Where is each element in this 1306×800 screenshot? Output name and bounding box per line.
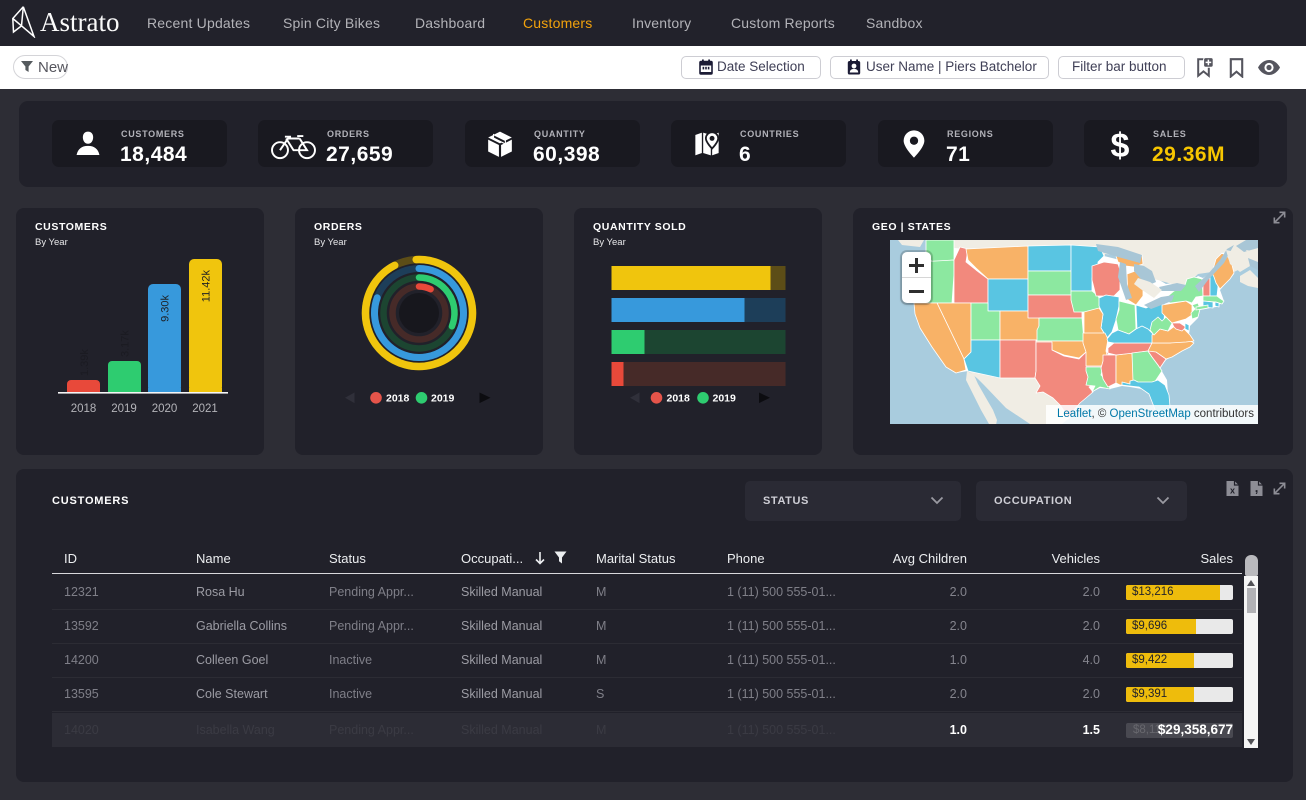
svg-text:2019: 2019: [713, 393, 737, 405]
svg-text:x: x: [1230, 486, 1235, 496]
svg-text:$: $: [1111, 127, 1130, 163]
svg-text:2018: 2018: [386, 393, 410, 405]
svg-text:2020: 2020: [152, 403, 178, 415]
svg-text:2018: 2018: [71, 403, 97, 415]
svg-text:2021: 2021: [192, 403, 218, 415]
svg-text:9.30k: 9.30k: [160, 295, 172, 322]
svg-text:,: ,: [1255, 480, 1259, 495]
svg-text:2019: 2019: [431, 393, 455, 405]
svg-text:2019: 2019: [111, 403, 137, 415]
svg-text:3.17k: 3.17k: [120, 330, 132, 357]
svg-text:2018: 2018: [667, 393, 691, 405]
svg-text:11.42k: 11.42k: [201, 270, 213, 303]
svg-text:1.39k: 1.39k: [79, 349, 91, 376]
